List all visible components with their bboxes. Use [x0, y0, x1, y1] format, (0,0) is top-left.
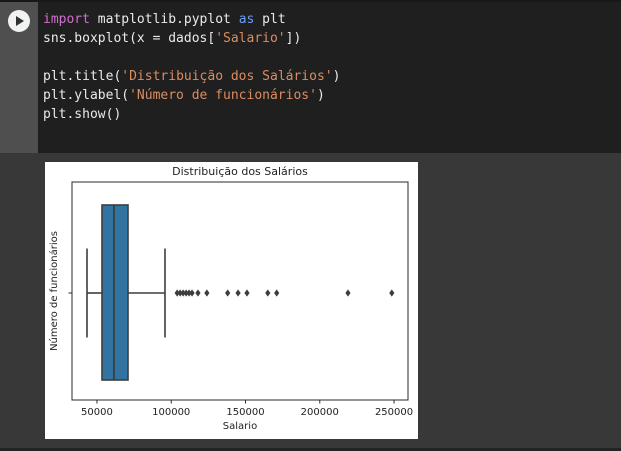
outlier-point — [274, 289, 280, 297]
code-line: sns.boxplot(x = dados['Salario']) — [43, 29, 617, 48]
code-area[interactable]: import matplotlib.pyplot as plt sns.boxpl… — [43, 10, 617, 124]
outlier-point — [265, 289, 271, 297]
code-token-string: 'Salario' — [215, 31, 286, 46]
code-token-keyword_as: as — [238, 12, 255, 27]
cell-top-border — [0, 0, 621, 2]
x-axis-label: Salario — [223, 421, 257, 432]
code-line: plt.show() — [43, 105, 617, 124]
y-axis-label: Número de funcionários — [48, 231, 60, 351]
code-line: import matplotlib.pyplot as plt — [43, 10, 617, 29]
notebook-screen: import matplotlib.pyplot as plt sns.boxpl… — [0, 0, 621, 451]
code-token-plain: sns.boxplot(x = dados[ — [43, 31, 216, 46]
outlier-point — [244, 289, 250, 297]
outlier-point — [204, 289, 210, 297]
x-tick-label: 100000 — [152, 407, 190, 418]
x-tick-label: 150000 — [226, 407, 264, 418]
code-token-string: 'Número de funcionários' — [129, 88, 317, 103]
outlier-point — [389, 289, 395, 297]
outlier-point — [195, 289, 201, 297]
x-tick-label: 200000 — [301, 407, 339, 418]
boxplot-figure: Distribuição dos Salários 50000 100000 1500… — [45, 162, 418, 439]
x-tick-label: 250000 — [375, 407, 413, 418]
code-token-plain: plt — [254, 12, 286, 27]
code-token-plain: plt.ylabel( — [43, 88, 130, 103]
code-cell: import matplotlib.pyplot as plt sns.boxpl… — [0, 0, 621, 153]
boxplot-svg: Distribuição dos Salários 50000 100000 1500… — [48, 165, 413, 432]
outlier-point — [225, 289, 231, 297]
iqr-box — [101, 204, 129, 381]
chart-title: Distribuição dos Salários — [172, 165, 308, 178]
code-token-plain: ) — [332, 69, 341, 84]
outlier-point — [345, 289, 351, 297]
code-token-plain: ]) — [285, 31, 302, 46]
cell-gutter — [0, 2, 38, 153]
code-token-plain: matplotlib.pyplot — [89, 12, 239, 27]
run-cell-button[interactable] — [8, 10, 30, 32]
code-token-plain: plt.show() — [43, 107, 122, 122]
outlier-point — [235, 289, 241, 297]
code-token-keyword_import: import — [43, 12, 90, 27]
code-token-plain: plt.title( — [43, 69, 122, 84]
outlier-point — [189, 289, 195, 297]
code-token-string: 'Distribuição dos Salários' — [121, 69, 333, 84]
x-tick-label: 50000 — [81, 407, 113, 418]
code-line: plt.ylabel('Número de funcionários') — [43, 86, 617, 105]
code-line: plt.title('Distribuição dos Salários') — [43, 67, 617, 86]
play-icon — [16, 16, 24, 26]
code-token-plain: ) — [316, 88, 325, 103]
cell-output-area: Distribuição dos Salários 50000 100000 1500… — [0, 153, 621, 451]
